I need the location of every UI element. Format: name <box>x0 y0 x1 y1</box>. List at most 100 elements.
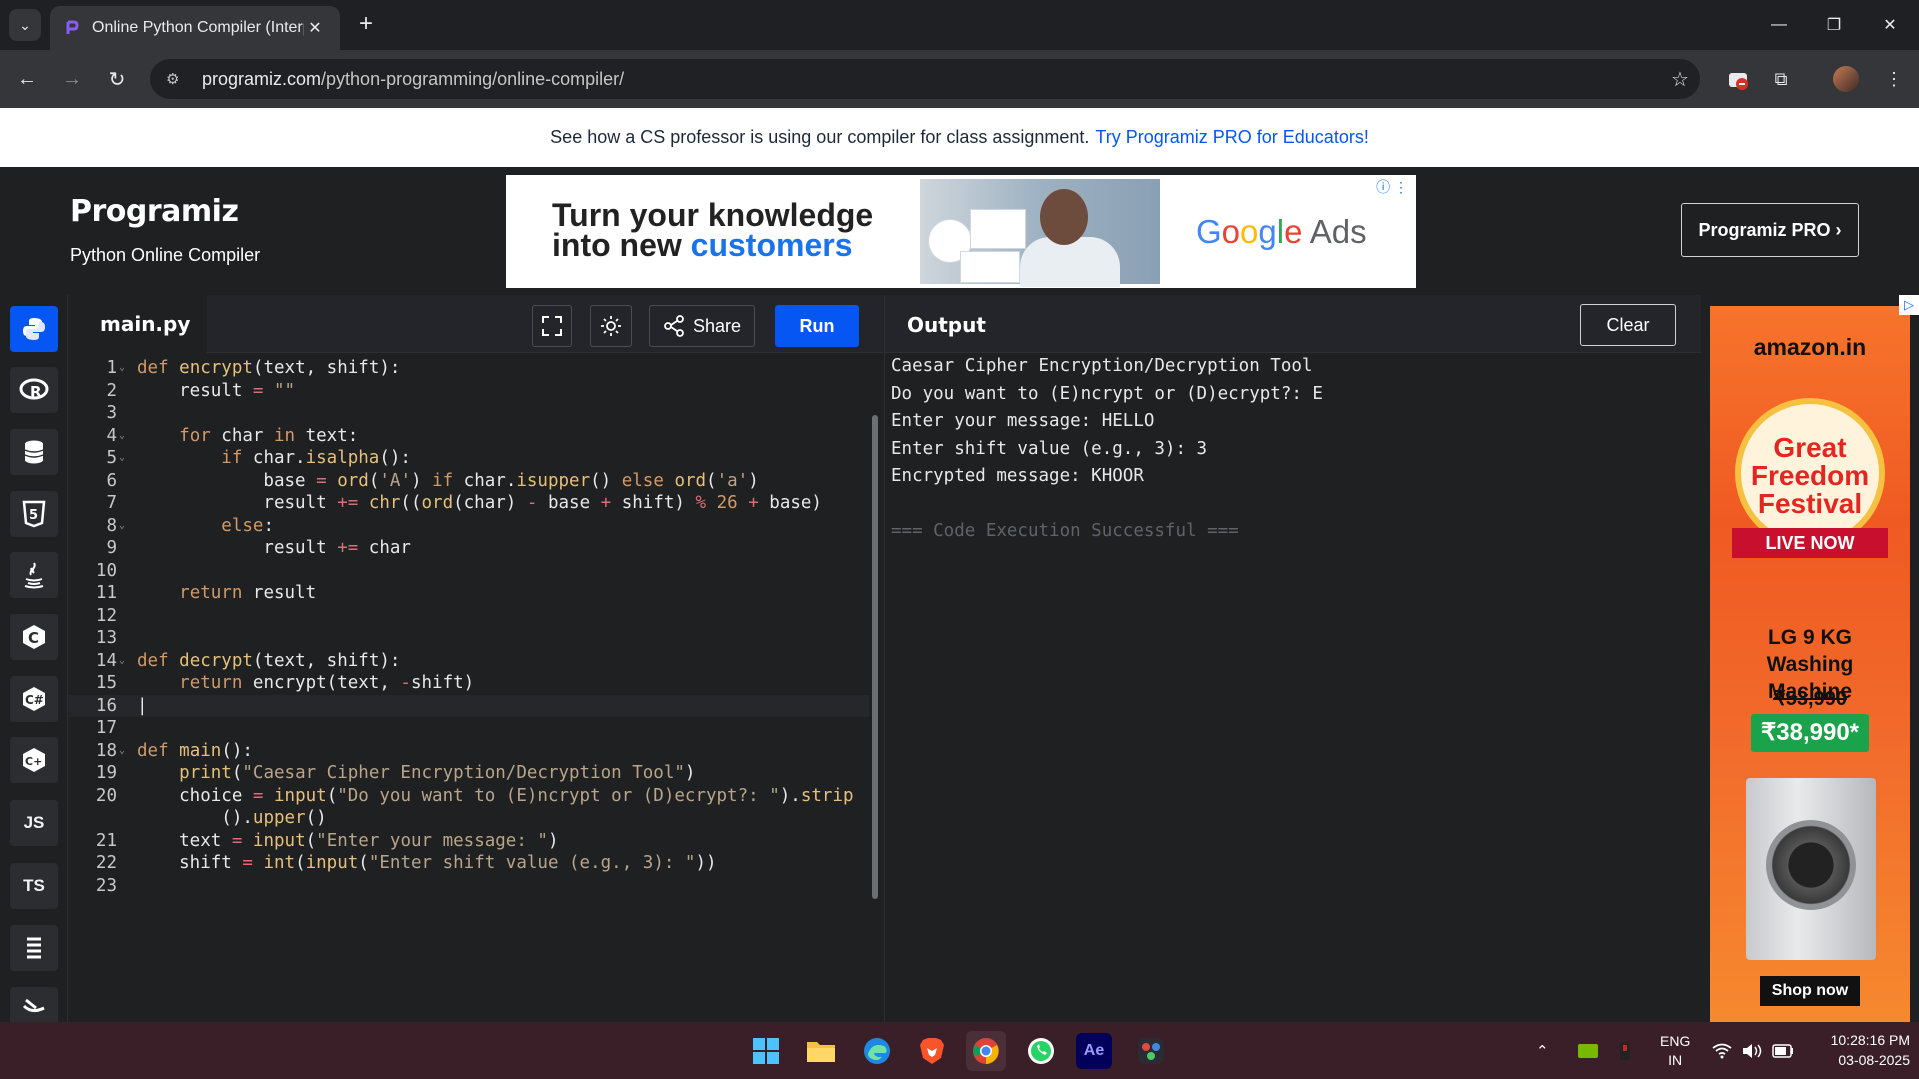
site-header: Programiz Python Online Compiler Turn yo… <box>0 167 1919 295</box>
javascript-lang-icon[interactable]: JS <box>10 800 58 846</box>
svg-text:C: C <box>28 629 39 647</box>
forward-icon[interactable]: → <box>56 63 88 95</box>
code-line: 23 <box>95 875 117 896</box>
code-area[interactable]: 1 ⌄ def encrypt(text, shift): 2 result = "… <box>69 353 883 1022</box>
theme-toggle-icon[interactable] <box>590 305 632 347</box>
address-bar[interactable]: ⚙ programiz.com/python-programming/onlin… <box>150 59 1700 99</box>
code-line: 12 <box>95 605 117 626</box>
adchoices-icon[interactable]: ▷ <box>1899 295 1919 315</box>
extension-icon[interactable] <box>1722 63 1754 95</box>
windows-start-icon[interactable] <box>746 1031 786 1071</box>
output-line: Do you want to (E)ncrypt or (D)ecrypt?: … <box>891 383 1323 404</box>
java-lang-icon[interactable] <box>10 552 58 598</box>
code-line: 11 return result <box>95 583 317 603</box>
ad-headline-line2: into new customers <box>552 227 853 264</box>
volume-icon[interactable] <box>1742 1022 1762 1079</box>
festival-text: Great Freedom Festival <box>1750 432 1870 519</box>
file-explorer-icon[interactable] <box>801 1031 841 1071</box>
tab-title: Online Python Compiler (Interpr <box>92 19 304 36</box>
clock-time: 10:28:16 PM <box>1830 1032 1910 1048</box>
c-lang-icon[interactable]: C <box>10 614 58 660</box>
output-console[interactable]: Caesar Cipher Encryption/Decryption Tool… <box>891 353 1323 546</box>
new-tab-button[interactable]: + <box>352 10 380 38</box>
whatsapp-icon[interactable] <box>1021 1031 1061 1071</box>
code-line: 21 text = input("Enter your message: ") <box>95 830 559 851</box>
right-ad-column: amazon.in Great Freedom Festival LIVE NO… <box>1701 295 1919 1022</box>
browser-toolbar: ← → ↻ ⚙ programiz.com/python-programming… <box>0 50 1919 108</box>
festival-title: Great Freedom Festival <box>1710 434 1910 518</box>
code-line: 1 ⌄ def encrypt(text, shift): <box>106 358 401 378</box>
amazon-advertisement[interactable]: amazon.in Great Freedom Festival LIVE NO… <box>1710 306 1910 1022</box>
back-icon[interactable]: ← <box>11 63 43 95</box>
code-line: 6 base = ord('A') if char.isupper() else… <box>106 470 759 491</box>
tab-search-button[interactable]: ⌄ <box>9 9 41 41</box>
html-lang-icon[interactable]: 5 <box>10 491 58 537</box>
editor-scrollbar[interactable] <box>872 415 878 899</box>
code-line: 5 ⌄ if char.isalpha(): <box>106 448 411 468</box>
reload-icon[interactable]: ↻ <box>101 63 133 95</box>
python-lang-icon[interactable] <box>10 306 58 352</box>
show-hidden-icons[interactable]: ⌃ <box>1536 1022 1549 1079</box>
r-lang-icon[interactable]: R <box>10 367 58 413</box>
nvidia-tray-icon[interactable] <box>1578 1022 1598 1079</box>
promo-banner: See how a CS professor is using our comp… <box>0 108 1919 167</box>
output-title: Output <box>907 313 986 337</box>
code-line: 17 <box>95 718 117 738</box>
banner-link[interactable]: Try Programiz PRO for Educators! <box>1095 127 1368 148</box>
language-indicator[interactable]: ENG IN <box>1660 1022 1690 1079</box>
ad-line2-plain: into new <box>552 227 691 263</box>
banner-text: See how a CS professor is using our comp… <box>550 127 1090 147</box>
clear-button[interactable]: Clear <box>1580 304 1676 346</box>
csharp-lang-icon[interactable]: C# <box>10 676 58 722</box>
code-line-active: 16 | <box>69 694 869 717</box>
ads-word: Ads <box>1302 213 1367 250</box>
top-advertisement[interactable]: Turn your knowledge into new customers G… <box>506 175 1416 288</box>
swift-lang-icon[interactable] <box>10 987 58 1022</box>
chrome-browser-icon[interactable] <box>966 1031 1006 1071</box>
minimize-icon[interactable]: — <box>1751 0 1807 50</box>
bookmark-star-icon[interactable]: ☆ <box>1660 67 1700 92</box>
browser-menu-icon[interactable]: ⋮ <box>1878 63 1910 95</box>
cpp-lang-icon[interactable]: C+ <box>10 737 58 783</box>
davinci-resolve-icon[interactable] <box>1131 1031 1171 1071</box>
browser-tab-strip: ⌄ Online Python Compiler (Interpr ✕ + — … <box>0 0 1919 50</box>
original-price: ₹53,990 <box>1773 688 1847 710</box>
tray-app-icon[interactable] <box>1618 1022 1632 1079</box>
close-tab-icon[interactable]: ✕ <box>304 18 326 38</box>
svg-text:5: 5 <box>29 508 38 523</box>
battery-icon[interactable] <box>1772 1022 1794 1079</box>
sql-lang-icon[interactable] <box>10 429 58 475</box>
output-panel: Output Clear Caesar Cipher Encryption/De… <box>884 295 1701 1022</box>
fullscreen-icon[interactable] <box>532 305 572 347</box>
go-lang-icon[interactable] <box>10 925 58 971</box>
output-line: Enter your message: HELLO <box>891 411 1155 431</box>
after-effects-icon[interactable]: Ae <box>1076 1033 1112 1069</box>
windows-taskbar: Ae ⌃ ENG IN 10:28:16 PM 03-08-2025 <box>0 1022 1919 1079</box>
share-button[interactable]: Share <box>649 305 755 347</box>
wifi-icon[interactable] <box>1712 1022 1732 1079</box>
shop-now-button[interactable]: Shop now <box>1760 976 1860 1006</box>
close-window-icon[interactable]: ✕ <box>1862 0 1918 50</box>
file-tab-main[interactable]: main.py <box>69 295 207 353</box>
code-line: 14 ⌄ def decrypt(text, shift): <box>95 650 401 671</box>
site-info-icon[interactable]: ⚙ <box>166 70 186 88</box>
run-button[interactable]: Run <box>775 305 859 347</box>
code-editor-panel: main.py Share Run 1 ⌄ def encrypt(text, sh… <box>69 295 883 1022</box>
brave-browser-icon[interactable] <box>912 1031 952 1071</box>
extensions-puzzle-icon[interactable]: ⧉ <box>1765 63 1797 95</box>
url-path: /python-programming/online-compiler/ <box>321 68 625 89</box>
browser-tab[interactable]: Online Python Compiler (Interpr ✕ <box>50 6 340 50</box>
typescript-lang-icon[interactable]: TS <box>10 863 58 909</box>
programiz-logo[interactable]: Programiz <box>70 194 239 229</box>
share-icon <box>664 315 684 337</box>
restore-icon[interactable]: ❐ <box>1806 0 1862 50</box>
profile-avatar[interactable] <box>1830 63 1862 95</box>
ad-info-icon[interactable]: ⓘ ⋮ <box>1376 177 1408 197</box>
code-line: 9 result += char <box>106 538 411 558</box>
svg-text:C+: C+ <box>25 755 42 768</box>
edge-browser-icon[interactable] <box>857 1031 897 1071</box>
programiz-pro-button[interactable]: Programiz PRO › <box>1681 203 1859 257</box>
output-line: Enter shift value (e.g., 3): 3 <box>891 438 1208 459</box>
code-line: 18 ⌄ def main(): <box>95 740 253 761</box>
system-clock[interactable]: 10:28:16 PM 03-08-2025 <box>1810 1030 1910 1070</box>
